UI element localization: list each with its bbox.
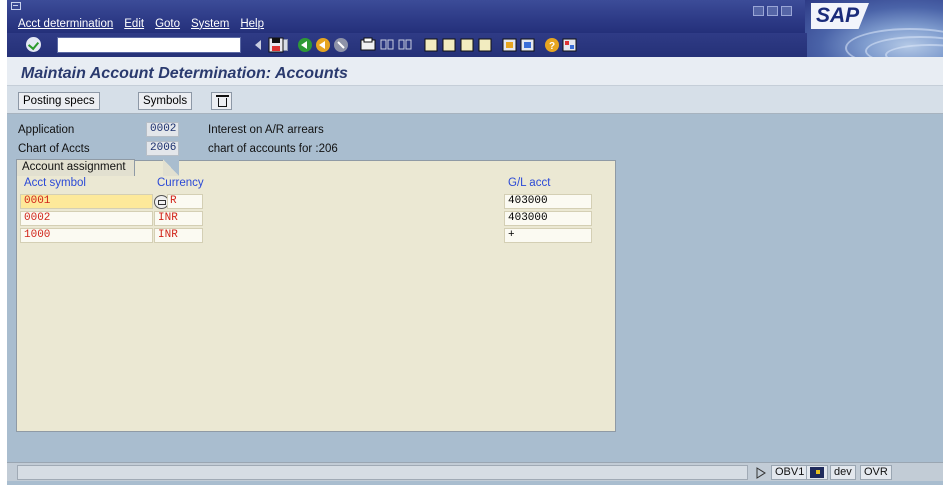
cancel-icon[interactable] [334, 38, 348, 52]
page-title: Maintain Account Determination: Accounts [21, 65, 348, 82]
acct-symbol-cell[interactable]: 0002 [20, 211, 153, 226]
column-header-acct-symbol: Acct symbol [24, 177, 86, 189]
print-icon[interactable] [360, 37, 376, 51]
next-page-icon[interactable] [460, 38, 474, 52]
menu-help[interactable]: Help [240, 18, 264, 30]
layout-menu-icon[interactable] [562, 38, 577, 52]
application-value: 0002 [146, 122, 179, 137]
menu-edit[interactable]: Edit [124, 18, 144, 30]
delete-button[interactable] [211, 92, 232, 110]
column-headers: Acct symbol Currency G/L acct [17, 177, 615, 191]
acct-symbol-cell[interactable]: 1000 [20, 228, 153, 243]
chart-of-accts-description: chart of accounts for :206 [208, 143, 338, 155]
save-icon[interactable] [268, 37, 284, 53]
first-page-icon[interactable] [424, 38, 438, 52]
status-transaction: OBV1 [771, 465, 809, 480]
sap-logo: SAP [805, 0, 943, 57]
application-description: Interest on A/R arrears [208, 124, 324, 136]
application-label: Application [18, 124, 75, 136]
enter-check-icon[interactable] [26, 37, 41, 52]
acct-symbol-cell[interactable]: 0001 [20, 194, 153, 209]
menu-goto[interactable]: Goto [155, 18, 180, 30]
svg-text:?: ? [549, 41, 555, 52]
back-icon[interactable] [298, 38, 312, 52]
status-bar: OBV1 dev OVR [7, 462, 943, 481]
status-message-area [17, 465, 748, 480]
minimize-icon[interactable] [753, 6, 764, 16]
chart-of-accts-value: 2006 [146, 141, 179, 156]
gl-acct-cell[interactable]: + [504, 228, 592, 243]
sap-logo-text: SAP [811, 3, 869, 29]
posting-specs-button[interactable]: Posting specs [18, 92, 100, 110]
status-toggle-icon[interactable] [755, 467, 767, 479]
gl-acct-cell[interactable]: 403000 [504, 194, 592, 209]
previous-page-icon[interactable] [442, 38, 456, 52]
status-system: dev [830, 465, 856, 480]
help-icon[interactable]: ? [545, 38, 559, 52]
application-toolbar: Posting specs Symbols [7, 86, 943, 114]
create-session-icon[interactable] [502, 38, 517, 52]
title-bar: Maintain Account Determination: Accounts [7, 57, 943, 86]
maximize-icon[interactable] [767, 6, 778, 16]
command-field[interactable] [57, 37, 288, 53]
trash-icon [216, 95, 229, 97]
menu-system[interactable]: System [191, 18, 229, 30]
find-next-icon[interactable] [398, 39, 412, 50]
currency-cell[interactable]: INR [154, 228, 203, 243]
tab-corner [163, 159, 179, 176]
currency-cell[interactable]: INR [154, 211, 203, 226]
column-header-currency: Currency [157, 177, 204, 189]
toolbar-icons: ? [255, 37, 577, 53]
status-server-icon[interactable] [806, 465, 828, 480]
gl-acct-cell[interactable]: 403000 [504, 211, 592, 226]
column-header-gl-acct: G/L acct [508, 177, 551, 189]
close-icon[interactable] [781, 6, 792, 16]
exit-icon[interactable] [316, 38, 330, 52]
status-mode[interactable]: OVR [860, 465, 892, 480]
tab-account-assignment[interactable]: Account assignment [16, 159, 135, 176]
symbols-button[interactable]: Symbols [138, 92, 193, 110]
currency-cell[interactable]: R [167, 194, 203, 209]
last-page-icon[interactable] [478, 38, 492, 52]
menu-acct-determination[interactable]: Acct determination [18, 18, 113, 30]
system-menu-icon[interactable] [11, 2, 21, 10]
standard-toolbar: ? [7, 33, 807, 57]
chart-of-accts-label: Chart of Accts [18, 143, 90, 155]
menu-bar: Acct determination Edit Goto System Help [7, 0, 943, 33]
find-icon[interactable] [380, 39, 394, 50]
back-triangle-icon[interactable] [255, 40, 261, 50]
menu-list: Acct determination Edit Goto System Help [18, 18, 264, 30]
sap-window: Acct determination Edit Goto System Help… [7, 0, 943, 485]
window-controls [753, 6, 792, 16]
shortcut-icon[interactable] [520, 38, 535, 52]
